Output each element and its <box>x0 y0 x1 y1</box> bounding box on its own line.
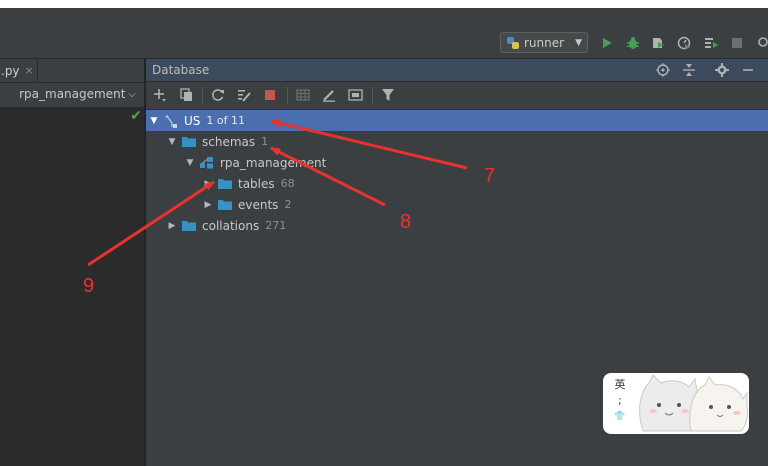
menu-bar <box>0 8 768 28</box>
editor-tabs: .py × <box>0 59 144 83</box>
chevron-down-icon: ▼ <box>575 37 582 48</box>
add-icon[interactable] <box>152 87 168 103</box>
tree-item-collations[interactable]: ▶ collations 271 <box>146 215 768 236</box>
editor-tab[interactable]: .py × <box>0 59 38 82</box>
copy-icon[interactable] <box>178 87 194 103</box>
run-config-dropdown[interactable]: runner ▼ <box>500 32 588 53</box>
expand-arrow-icon[interactable]: ▼ <box>184 158 196 168</box>
editor-tab-label: .py <box>1 63 20 78</box>
tree-item-label: tables <box>238 176 275 191</box>
ime-toolbar: 英 ; 👕 <box>611 377 629 425</box>
run-config-label: runner <box>524 35 565 50</box>
tree-item-label: events <box>238 197 279 212</box>
folder-icon <box>218 178 232 189</box>
gear-icon[interactable] <box>714 62 730 78</box>
console-icon[interactable] <box>347 87 363 103</box>
ime-skin-icon: 👕 <box>614 412 626 422</box>
coverage-icon[interactable] <box>650 35 666 51</box>
tree-item-label: rpa_management <box>220 155 327 170</box>
database-toolbar <box>146 82 768 110</box>
toolbar-separator <box>202 87 203 104</box>
ime-sticker: 英 ; 👕 <box>603 373 749 434</box>
folder-icon <box>182 220 196 231</box>
stop-icon[interactable] <box>262 87 278 103</box>
tree-item-label: US <box>184 113 201 128</box>
tree-item-count: 1 <box>261 135 269 148</box>
annotation-label-8: 8 <box>400 211 412 233</box>
breadcrumb[interactable]: rpa_management ⌵ <box>19 87 136 101</box>
toolbar-separator <box>372 87 373 104</box>
tree-item-events[interactable]: ▶ events 2 <box>146 194 768 215</box>
close-icon[interactable]: × <box>25 64 34 77</box>
tree-item-schemas[interactable]: ▼ schemas 1 <box>146 131 768 152</box>
chevron-down-icon: ⌵ <box>128 88 136 100</box>
tree-item-count: 1 of 11 <box>206 114 245 127</box>
edit-icon[interactable] <box>321 87 337 103</box>
check-icon: ✔ <box>130 108 142 124</box>
tree-item-datasource[interactable]: ▼ US 1 of 11 <box>146 110 768 131</box>
panel-title: Database <box>152 63 210 77</box>
annotation-label-9: 9 <box>83 275 95 297</box>
tree-item-count: 2 <box>284 198 292 211</box>
annotation-label-7: 7 <box>484 165 496 187</box>
tree-item-count: 68 <box>280 177 295 190</box>
top-strip <box>0 0 768 8</box>
stop-icon[interactable] <box>729 35 745 51</box>
profile-icon[interactable] <box>676 35 692 51</box>
expand-arrow-icon[interactable]: ▶ <box>166 221 178 231</box>
database-panel-header: Database <box>146 59 768 82</box>
expand-arrow-icon[interactable]: ▶ <box>202 179 214 189</box>
datasource-icon <box>164 115 178 128</box>
run-tests-icon[interactable] <box>703 35 719 51</box>
tree-item-label: schemas <box>202 134 256 149</box>
refresh-icon[interactable] <box>210 87 226 103</box>
target-icon[interactable] <box>655 62 671 78</box>
expand-arrow-icon[interactable]: ▼ <box>148 116 160 126</box>
schema-icon <box>200 157 214 169</box>
ime-language-label: 英 <box>614 378 626 391</box>
expand-arrow-icon[interactable]: ▼ <box>166 137 178 147</box>
python-icon <box>507 36 519 49</box>
filter-icon[interactable] <box>380 87 396 103</box>
tree-item-count: 271 <box>265 219 287 232</box>
run-toolbar: runner ▼ <box>0 28 768 59</box>
collapse-icon[interactable] <box>681 62 697 78</box>
folder-icon <box>182 136 196 147</box>
cats-image <box>639 374 748 432</box>
breadcrumb-label: rpa_management <box>19 87 126 101</box>
editor-area[interactable]: ✔ <box>0 108 144 466</box>
ime-punctuation-label: ; <box>618 394 622 407</box>
debug-icon[interactable] <box>625 35 641 51</box>
search-icon[interactable] <box>754 35 768 51</box>
breadcrumb-bar: rpa_management ⌵ <box>0 83 144 108</box>
run-icon[interactable] <box>599 35 615 51</box>
edit-properties-icon[interactable] <box>236 87 252 103</box>
minimize-icon[interactable] <box>740 62 756 78</box>
folder-icon <box>218 199 232 210</box>
expand-arrow-icon[interactable]: ▶ <box>202 200 214 210</box>
tree-item-schema[interactable]: ▼ rpa_management <box>146 152 768 173</box>
toolbar-separator <box>287 87 288 104</box>
table-view-icon[interactable] <box>295 87 311 103</box>
tree-item-label: collations <box>202 218 260 233</box>
tree-item-tables[interactable]: ▶ tables 68 <box>146 173 768 194</box>
